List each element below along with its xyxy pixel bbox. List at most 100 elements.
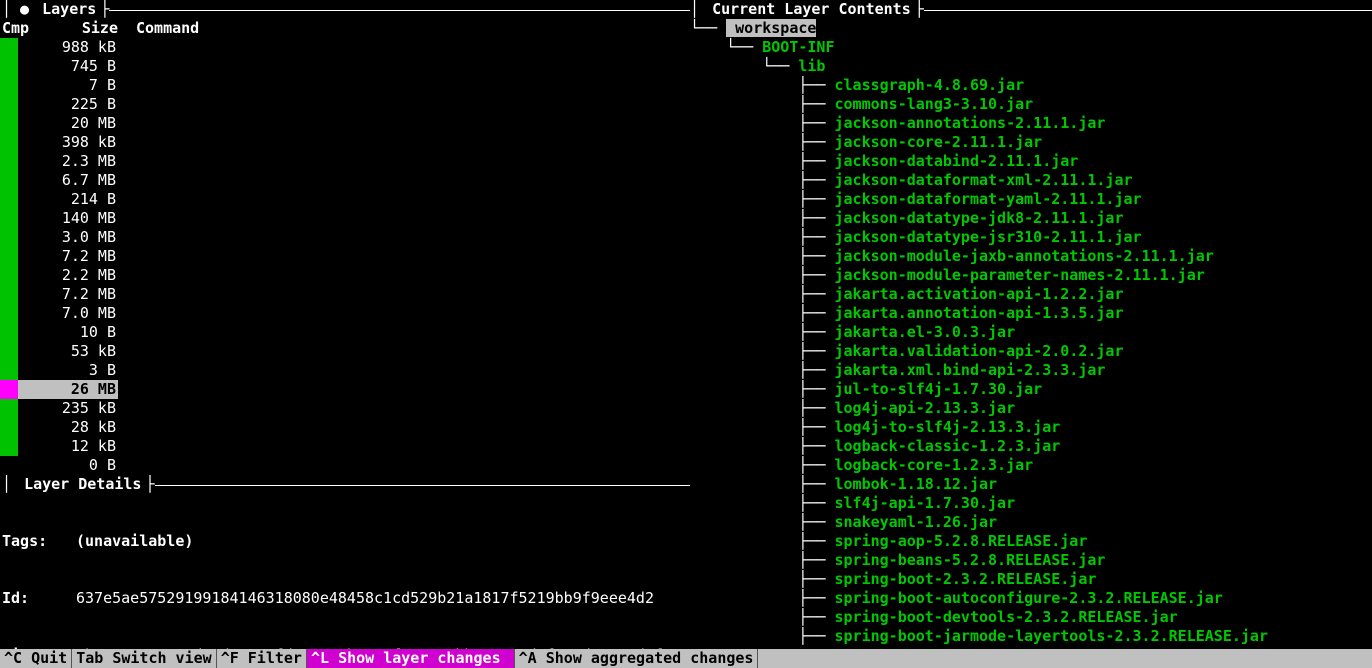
layer-size: 3.0 MB <box>18 228 118 247</box>
tree-file[interactable]: jakarta.validation-api-2.0.2.jar <box>835 342 1124 360</box>
tree-file[interactable]: spring-aop-5.2.8.RELEASE.jar <box>835 532 1088 550</box>
tree-row[interactable]: ├── jackson-annotations-2.11.1.jar <box>690 114 1372 133</box>
tree-row[interactable]: ├── spring-boot-2.3.2.RELEASE.jar <box>690 570 1372 589</box>
tree-row[interactable]: ├── jakarta.xml.bind-api-2.3.3.jar <box>690 361 1372 380</box>
tree-row[interactable]: ├── jackson-module-jaxb-annotations-2.11… <box>690 247 1372 266</box>
show-aggregated-shortcut[interactable]: ^A Show aggregated changes <box>515 649 758 668</box>
cmp-indicator <box>0 152 18 171</box>
tree-row[interactable]: ├── jackson-datatype-jsr310-2.11.1.jar <box>690 228 1372 247</box>
tree-file[interactable]: snakeyaml-1.26.jar <box>835 513 998 531</box>
tree-row[interactable]: ├── classgraph-4.8.69.jar <box>690 76 1372 95</box>
layer-row[interactable]: 2.3 MB <box>0 152 690 171</box>
tree-row[interactable]: ├── spring-aop-5.2.8.RELEASE.jar <box>690 532 1372 551</box>
layer-row[interactable]: 140 MB <box>0 209 690 228</box>
tree-row[interactable]: ├── log4j-to-slf4j-2.13.3.jar <box>690 418 1372 437</box>
tree-file[interactable]: logback-classic-1.2.3.jar <box>835 437 1061 455</box>
tree-row[interactable]: ├── jackson-datatype-jdk8-2.11.1.jar <box>690 209 1372 228</box>
cmp-indicator <box>0 361 18 380</box>
tree-file[interactable]: log4j-to-slf4j-2.13.3.jar <box>835 418 1061 436</box>
tree-row[interactable]: ├── jakarta.validation-api-2.0.2.jar <box>690 342 1372 361</box>
tree-row[interactable]: ├── jackson-dataformat-xml-2.11.1.jar <box>690 171 1372 190</box>
layer-row[interactable]: 26 MB <box>0 380 690 399</box>
tree-file[interactable]: log4j-api-2.13.3.jar <box>835 399 1016 417</box>
tree-file[interactable]: jackson-core-2.11.1.jar <box>835 133 1043 151</box>
tree-file[interactable]: jackson-databind-2.11.1.jar <box>835 152 1079 170</box>
tree-file[interactable]: jackson-dataformat-yaml-2.11.1.jar <box>835 190 1142 208</box>
tree-file[interactable]: spring-boot-2.3.2.RELEASE.jar <box>835 570 1097 588</box>
tree-file[interactable]: lombok-1.18.12.jar <box>835 475 998 493</box>
tree-file[interactable]: jackson-annotations-2.11.1.jar <box>835 114 1106 132</box>
tree-row[interactable]: ├── lombok-1.18.12.jar <box>690 475 1372 494</box>
layer-row[interactable]: 10 B <box>0 323 690 342</box>
tree-row[interactable]: ├── jackson-databind-2.11.1.jar <box>690 152 1372 171</box>
layer-row[interactable]: 398 kB <box>0 133 690 152</box>
tree-file[interactable]: jackson-dataformat-xml-2.11.1.jar <box>835 171 1133 189</box>
layer-row[interactable]: 0 B <box>0 456 690 475</box>
tree-file[interactable]: spring-beans-5.2.8.RELEASE.jar <box>835 551 1106 569</box>
tree-file[interactable]: spring-boot-autoconfigure-2.3.2.RELEASE.… <box>835 589 1223 607</box>
layer-row[interactable]: 2.2 MB <box>0 266 690 285</box>
layer-row[interactable]: 225 B <box>0 95 690 114</box>
switch-view-shortcut[interactable]: Tab Switch view <box>72 649 215 668</box>
quit-shortcut[interactable]: ^C Quit <box>0 649 71 668</box>
tree-file[interactable]: jakarta.activation-api-1.2.2.jar <box>835 285 1124 303</box>
tree-node-workspace[interactable]: workspace <box>726 19 816 37</box>
tree-row[interactable]: ├── commons-lang3-3.10.jar <box>690 95 1372 114</box>
layer-row[interactable]: 7.2 MB <box>0 247 690 266</box>
tree-row[interactable]: ├── spring-beans-5.2.8.RELEASE.jar <box>690 551 1372 570</box>
tree-row[interactable]: ├── jakarta.annotation-api-1.3.5.jar <box>690 304 1372 323</box>
layers-list[interactable]: 988 kB 745 B 7 B 225 B 20 MB 398 kB 2.3 … <box>0 38 690 475</box>
tree-row[interactable]: ├── jakarta.el-3.0.3.jar <box>690 323 1372 342</box>
tree-row[interactable]: ├── jackson-dataformat-yaml-2.11.1.jar <box>690 190 1372 209</box>
show-layer-changes-shortcut[interactable]: ^L Show layer changes <box>307 649 514 668</box>
tree-row[interactable]: ├── logback-core-1.2.3.jar <box>690 456 1372 475</box>
tree-file[interactable]: jackson-module-parameter-names-2.11.1.ja… <box>835 266 1205 284</box>
tree-file[interactable]: classgraph-4.8.69.jar <box>835 76 1025 94</box>
tree-file[interactable]: logback-core-1.2.3.jar <box>835 456 1034 474</box>
tree-row[interactable]: ├── spring-boot-jarmode-layertools-2.3.2… <box>690 627 1372 646</box>
tree-file[interactable]: jakarta.annotation-api-1.3.5.jar <box>835 304 1124 322</box>
tree-row[interactable]: └── lib <box>690 57 1372 76</box>
tree-row[interactable]: ├── log4j-api-2.13.3.jar <box>690 399 1372 418</box>
tree-row[interactable]: ├── spring-boot-autoconfigure-2.3.2.RELE… <box>690 589 1372 608</box>
tree-row[interactable]: ├── jakarta.activation-api-1.2.2.jar <box>690 285 1372 304</box>
tree-node-lib[interactable]: lib <box>798 57 825 75</box>
tree-row[interactable]: ├── logback-classic-1.2.3.jar <box>690 437 1372 456</box>
tree-file[interactable]: commons-lang3-3.10.jar <box>835 95 1034 113</box>
tree-file[interactable]: spring-boot-devtools-2.3.2.RELEASE.jar <box>835 608 1178 626</box>
file-tree[interactable]: └── workspace └── BOOT-INF └── lib ├── c… <box>690 19 1372 646</box>
layer-row[interactable]: 12 kB <box>0 437 690 456</box>
layer-row[interactable]: 6.7 MB <box>0 171 690 190</box>
tree-file[interactable]: spring-boot-jarmode-layertools-2.3.2.REL… <box>835 627 1268 645</box>
layer-row[interactable]: 745 B <box>0 57 690 76</box>
tree-file[interactable]: jul-to-slf4j-1.7.30.jar <box>835 380 1043 398</box>
tree-row[interactable]: ├── jackson-core-2.11.1.jar <box>690 133 1372 152</box>
tree-node-bootinf[interactable]: BOOT-INF <box>762 38 834 56</box>
tree-row[interactable]: ├── snakeyaml-1.26.jar <box>690 513 1372 532</box>
layer-row[interactable]: 53 kB <box>0 342 690 361</box>
tree-row[interactable]: ├── spring-boot-devtools-2.3.2.RELEASE.j… <box>690 608 1372 627</box>
tree-file[interactable]: jakarta.xml.bind-api-2.3.3.jar <box>835 361 1106 379</box>
tree-row[interactable]: └── BOOT-INF <box>690 38 1372 57</box>
layer-row[interactable]: 7.0 MB <box>0 304 690 323</box>
layer-row[interactable]: 7 B <box>0 76 690 95</box>
layer-row[interactable]: 235 kB <box>0 399 690 418</box>
layer-row[interactable]: 214 B <box>0 190 690 209</box>
tree-row[interactable]: └── workspace <box>690 19 1372 38</box>
tree-file[interactable]: jackson-module-jaxb-annotations-2.11.1.j… <box>835 247 1214 265</box>
cmp-indicator <box>0 209 18 228</box>
tree-row[interactable]: ├── slf4j-api-1.7.30.jar <box>690 494 1372 513</box>
layer-row[interactable]: 3 B <box>0 361 690 380</box>
tree-row[interactable]: ├── jackson-module-parameter-names-2.11.… <box>690 266 1372 285</box>
layer-row[interactable]: 28 kB <box>0 418 690 437</box>
layer-row[interactable]: 3.0 MB <box>0 228 690 247</box>
tree-file[interactable]: jakarta.el-3.0.3.jar <box>835 323 1016 341</box>
tree-row[interactable]: ├── jul-to-slf4j-1.7.30.jar <box>690 380 1372 399</box>
tree-file[interactable]: jackson-datatype-jsr310-2.11.1.jar <box>835 228 1142 246</box>
layer-row[interactable]: 988 kB <box>0 38 690 57</box>
tree-file[interactable]: slf4j-api-1.7.30.jar <box>835 494 1016 512</box>
layer-row[interactable]: 20 MB <box>0 114 690 133</box>
filter-shortcut[interactable]: ^F Filter <box>217 649 306 668</box>
tree-file[interactable]: jackson-datatype-jdk8-2.11.1.jar <box>835 209 1124 227</box>
layer-row[interactable]: 7.2 MB <box>0 285 690 304</box>
